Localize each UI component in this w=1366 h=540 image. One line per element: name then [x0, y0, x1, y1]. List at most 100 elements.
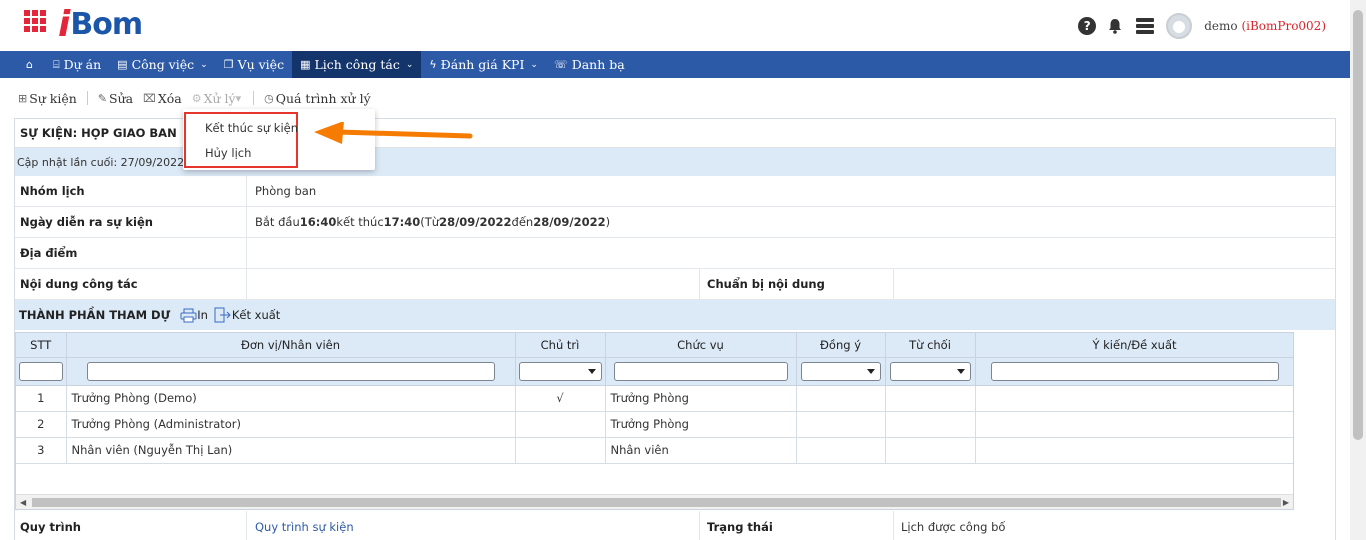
status-value: Lịch được công bố — [901, 519, 1006, 534]
history-label: Quá trình xử lý — [275, 90, 371, 106]
home-icon: ⌂ — [26, 58, 33, 71]
nav-cong-viec[interactable]: ▤ Công việc ⌄ — [109, 51, 216, 78]
nav-label: Đánh giá KPI — [440, 57, 525, 72]
grid-horizontal-scrollbar[interactable]: ◀ ▶ — [16, 494, 1293, 509]
participants-title: THÀNH PHẦN THAM DỰ — [19, 308, 171, 322]
history-button[interactable]: ◷ Quá trình xử lý — [264, 91, 371, 106]
apps-grid-icon[interactable] — [24, 10, 46, 32]
annotation-arrow-icon — [314, 122, 473, 144]
filter-position-input[interactable] — [613, 361, 788, 381]
caret-down-icon: ▾ — [235, 91, 242, 105]
cell-reject — [885, 385, 976, 412]
date-range-prefix: (Từ — [420, 215, 440, 229]
scroll-left-icon[interactable]: ◀ — [20, 498, 26, 507]
date-start-prefix: Bắt đầu — [255, 215, 300, 229]
col-agree[interactable]: Đồng ý — [796, 333, 886, 358]
scroll-right-icon[interactable]: ▶ — [1283, 498, 1289, 507]
col-opinion[interactable]: Ý kiến/Đề xuất — [975, 333, 1293, 358]
cell-name: Trưởng Phòng (Administrator) — [66, 411, 516, 438]
filter-unit-input[interactable] — [86, 361, 495, 381]
nav-danh-gia-kpi[interactable]: ϟ Đánh giá KPI ⌄ — [421, 51, 546, 78]
table-row[interactable]: 1 Trưởng Phòng (Demo) √ Trưởng Phòng — [16, 385, 1293, 412]
col-position[interactable]: Chức vụ — [605, 333, 797, 358]
date-range-mid: đến — [511, 215, 534, 229]
printer-icon — [180, 308, 197, 322]
header-actions: ? demo (iBomPro002) — [1078, 13, 1326, 39]
nav-vu-viec[interactable]: ❐ Vụ việc — [216, 51, 292, 78]
bell-icon[interactable] — [1106, 17, 1124, 35]
cell-agree — [796, 437, 886, 464]
grid-filter-row — [16, 357, 1293, 386]
menu-item-cancel-schedule[interactable]: Hủy lịch — [205, 146, 251, 160]
nav-label: Danh bạ — [571, 57, 625, 72]
process-label: Quy trình — [20, 519, 81, 534]
date-row: Ngày diễn ra sự kiện Bắt đầu 16:40 kết t… — [15, 207, 1335, 238]
cell-host — [515, 411, 606, 438]
date-end-prefix: kết thúc — [336, 215, 384, 229]
server-menu-icon[interactable] — [1136, 17, 1155, 35]
chevron-down-icon: ⌄ — [405, 59, 414, 70]
user-info[interactable]: demo (iBomPro002) — [1204, 19, 1326, 33]
edit-label: Sửa — [109, 90, 134, 106]
filter-host-select[interactable] — [518, 361, 602, 381]
plus-square-icon: ⊞ — [18, 91, 28, 105]
cell-opinion — [975, 437, 1293, 464]
avatar[interactable] — [1166, 13, 1193, 39]
participants-grid: STT Đơn vị/Nhân viên Chủ trì Chức vụ Đồn… — [15, 332, 1294, 510]
contact-icon: ☏ — [553, 58, 568, 71]
process-dropdown-button[interactable]: ⚙ Xử lý ▾ — [192, 91, 243, 106]
page-vertical-scrollbar[interactable] — [1350, 0, 1366, 540]
col-unit-employee[interactable]: Đơn vị/Nhân viên — [66, 333, 516, 358]
table-row[interactable]: 3 Nhân viên (Nguyễn Thị Lan) Nhân viên — [16, 437, 1293, 464]
nav-danh-ba[interactable]: ☏ Danh bạ — [546, 51, 633, 78]
org-code: (iBomPro002) — [1241, 19, 1326, 33]
cell-stt: 2 — [16, 411, 67, 438]
group-value: Phòng ban — [255, 184, 317, 198]
scrollbar-thumb[interactable] — [32, 498, 1281, 507]
date-value: Bắt đầu 16:40 kết thúc 17:40 (Từ 28/09/2… — [255, 207, 610, 237]
date-label: Ngày diễn ra sự kiện — [20, 215, 153, 229]
date-start: 16:40 — [299, 215, 337, 229]
cell-host: √ — [515, 385, 606, 412]
location-label: Địa điểm — [20, 246, 78, 260]
nav-home[interactable]: ⌂ — [18, 51, 45, 78]
logo-text: Bom — [70, 7, 143, 42]
cell-stt: 3 — [16, 437, 67, 464]
table-row[interactable]: 2 Trưởng Phòng (Administrator) Trưởng Ph… — [16, 411, 1293, 438]
help-icon[interactable]: ? — [1078, 17, 1097, 35]
process-row: Quy trình Quy trình sự kiện Trạng thái L… — [15, 511, 1335, 540]
cell-reject — [885, 437, 976, 464]
scrollbar-thumb[interactable] — [1353, 10, 1363, 440]
print-button[interactable]: In — [180, 308, 208, 323]
date-end: 17:40 — [383, 215, 421, 229]
cell-name: Nhân viên (Nguyễn Thị Lan) — [66, 437, 516, 464]
menu-item-end-event[interactable]: Kết thúc sự kiện — [205, 121, 298, 135]
delete-button[interactable]: ⌧ Xóa — [143, 91, 182, 106]
process-link[interactable]: Quy trình sự kiện — [255, 511, 354, 540]
nav-du-an[interactable]: ⌸ Dự án — [45, 51, 109, 78]
ibom-logo[interactable]: i Bom — [58, 4, 143, 45]
filter-reject-select[interactable] — [889, 361, 971, 381]
export-icon — [214, 307, 231, 323]
cogs-icon: ⚙ — [191, 91, 202, 105]
export-label: Kết xuất — [231, 308, 281, 322]
toolbar-divider — [253, 91, 255, 105]
grid-header-row: STT Đơn vị/Nhân viên Chủ trì Chức vụ Đồn… — [16, 333, 1293, 358]
cell-position: Trưởng Phòng — [605, 385, 797, 412]
content-label: Nội dung công tác — [20, 277, 138, 291]
filter-stt-input[interactable] — [19, 361, 63, 381]
nav-lich-cong-tac[interactable]: ▦ Lịch công tác ⌄ — [292, 51, 422, 78]
calendar-icon: ▦ — [300, 58, 311, 71]
col-reject[interactable]: Từ chối — [885, 333, 976, 358]
add-event-button[interactable]: ⊞ Sự kiện — [18, 91, 77, 106]
calendar-icon: ▤ — [117, 58, 128, 71]
nav-label: Lịch công tác — [314, 57, 400, 72]
export-button[interactable]: Kết xuất — [214, 307, 280, 323]
content-row: Nội dung công tác Chuẩn bị nội dung — [15, 269, 1335, 300]
col-host[interactable]: Chủ trì — [515, 333, 606, 358]
col-stt[interactable]: STT — [16, 333, 67, 358]
filter-opinion-input[interactable] — [990, 361, 1279, 381]
edit-button[interactable]: ✎ Sửa — [98, 91, 133, 106]
logo-initial: i — [58, 4, 71, 45]
filter-agree-select[interactable] — [800, 361, 881, 381]
